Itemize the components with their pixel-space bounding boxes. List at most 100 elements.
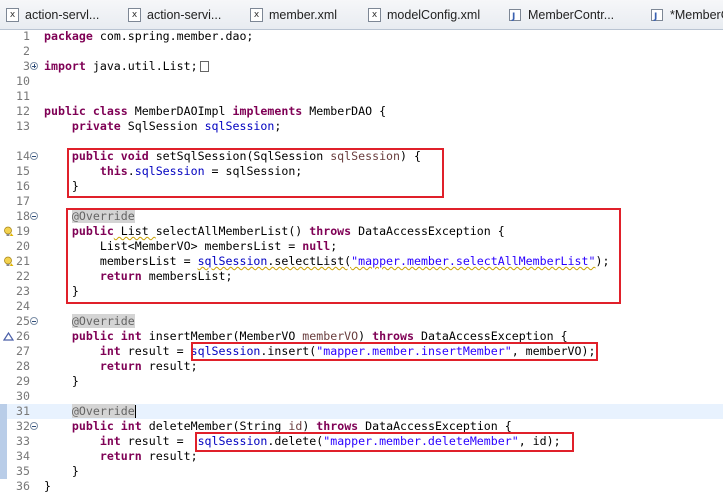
code-line: 1 package com.spring.member.dao; (0, 29, 723, 44)
line-number: 1 (23, 29, 30, 43)
collapse-fold-icon[interactable] (30, 422, 38, 430)
code-line: 23 } (0, 284, 723, 299)
code-text: membersList = sqlSession.selectList("map… (99, 254, 610, 268)
code-text: package com.spring.member.dao; (44, 29, 254, 43)
line-number: 33 (16, 434, 30, 448)
java-file-icon: J (650, 8, 664, 22)
editor-tab-bar: x action-servl... x action-servi... x me… (0, 0, 723, 30)
code-line: 26 public int insertMember(MemberVO memb… (0, 329, 723, 344)
expand-fold-icon[interactable] (30, 62, 38, 70)
tab-label: modelConfig.xml (387, 8, 481, 22)
code-line: 13 private SqlSession sqlSession; (0, 119, 723, 134)
code-line: 33 int result = sqlSession.delete("mappe… (0, 434, 723, 449)
tab-member-xml[interactable]: x member.xml (250, 3, 337, 27)
line-number: 21 (16, 254, 30, 268)
code-text: } (71, 284, 79, 298)
line-number: 35 (16, 464, 30, 478)
code-line: 10 (0, 74, 723, 89)
code-line: 3 import java.util.List; (0, 59, 723, 74)
line-number: 2 (23, 44, 30, 58)
code-line: 24 (0, 299, 723, 314)
code-line: 19 public List selectAllMemberList() thr… (0, 224, 723, 239)
line-number: 23 (16, 284, 30, 298)
tab-label: MemberContr... (528, 8, 615, 22)
line-number: 34 (16, 449, 30, 463)
code-text: @Override (71, 209, 135, 223)
line-number: 17 (16, 194, 30, 208)
xml-file-icon: x (128, 8, 141, 22)
code-line: 35 } (0, 464, 723, 479)
line-number: 14 (16, 149, 30, 163)
current-code-line: 31 @Override (0, 404, 723, 419)
line-number: 31 (16, 404, 30, 418)
code-text: this.sqlSession = sqlSession; (99, 164, 303, 178)
code-line: 15 this.sqlSession = sqlSession; (0, 164, 723, 179)
line-number: 32 (16, 419, 30, 433)
line-number: 18 (16, 209, 30, 223)
code-text: private SqlSession sqlSession; (71, 119, 282, 133)
line-number: 36 (16, 479, 30, 493)
line-number: 3 (23, 59, 30, 73)
line-number: 25 (16, 314, 30, 328)
xml-file-icon: x (368, 8, 381, 22)
line-number: 16 (16, 179, 30, 193)
code-text: int result = sqlSession.delete("mapper.m… (99, 434, 561, 448)
code-line: 16 } (0, 179, 723, 194)
folded-region-icon[interactable] (199, 61, 209, 72)
code-line: 32 public int deleteMember(String id) th… (0, 419, 723, 434)
collapse-fold-icon[interactable] (30, 152, 38, 160)
code-text: public List selectAllMemberList() throws… (71, 224, 505, 238)
tab-label: member.xml (269, 8, 338, 22)
collapse-fold-icon[interactable] (30, 212, 38, 220)
line-number: 15 (16, 164, 30, 178)
line-number: 10 (16, 74, 30, 88)
code-line: 17 (0, 194, 723, 209)
code-text: public int deleteMember(String id) throw… (71, 419, 512, 433)
java-file-icon: J (508, 8, 522, 22)
code-text: public void setSqlSession(SqlSession sql… (71, 149, 421, 163)
code-line: 12 public class MemberDAOImpl implements… (0, 104, 723, 119)
line-number: 19 (16, 224, 30, 238)
code-text: public class MemberDAOImpl implements Me… (44, 104, 387, 118)
line-number: 27 (16, 344, 30, 358)
text-caret (134, 405, 136, 418)
tab-action-servlet-1[interactable]: x action-servl... (6, 3, 99, 27)
line-number: 20 (16, 239, 30, 253)
code-text: import java.util.List; (44, 59, 209, 74)
code-text: int result = sqlSession.insert("mapper.m… (99, 344, 596, 358)
xml-file-icon: x (250, 8, 263, 22)
svg-text:J: J (653, 12, 657, 22)
code-line: 34 return result; (0, 449, 723, 464)
xml-file-icon: x (6, 8, 19, 22)
code-line: 22 return membersList; (0, 269, 723, 284)
line-number: 12 (16, 104, 30, 118)
svg-text:J: J (511, 12, 515, 22)
code-line: 27 int result = sqlSession.insert("mappe… (0, 344, 723, 359)
code-text: @Override (71, 404, 136, 418)
code-text: } (71, 464, 79, 478)
code-line: 30 (0, 389, 723, 404)
code-line: 29 } (0, 374, 723, 389)
code-text: List<MemberVO> membersList = null; (99, 239, 338, 253)
tab-member-dao-impl-active[interactable]: J *MemberC (650, 3, 723, 27)
tab-model-config-xml[interactable]: x modelConfig.xml (368, 3, 480, 27)
code-text: return result; (99, 449, 198, 463)
code-line: 21 membersList = sqlSession.selectList("… (0, 254, 723, 269)
line-number: 28 (16, 359, 30, 373)
line-number: 26 (16, 329, 30, 343)
code-text: } (71, 374, 79, 388)
tab-action-servlet-2[interactable]: x action-servi... (128, 3, 221, 27)
code-text: return membersList; (99, 269, 233, 283)
collapse-fold-icon[interactable] (30, 317, 38, 325)
code-editor[interactable]: 1 package com.spring.member.dao; 2 3 imp… (0, 29, 723, 500)
tab-member-controller[interactable]: J MemberContr... (508, 3, 614, 27)
line-number: 24 (16, 299, 30, 313)
tab-label: action-servi... (147, 8, 222, 22)
line-number: 22 (16, 269, 30, 283)
code-line: 36 } (0, 479, 723, 494)
code-text: } (71, 179, 79, 193)
tab-label: *MemberC (670, 8, 723, 22)
code-text: return result; (99, 359, 198, 373)
line-number: 29 (16, 374, 30, 388)
code-text: @Override (71, 314, 135, 328)
